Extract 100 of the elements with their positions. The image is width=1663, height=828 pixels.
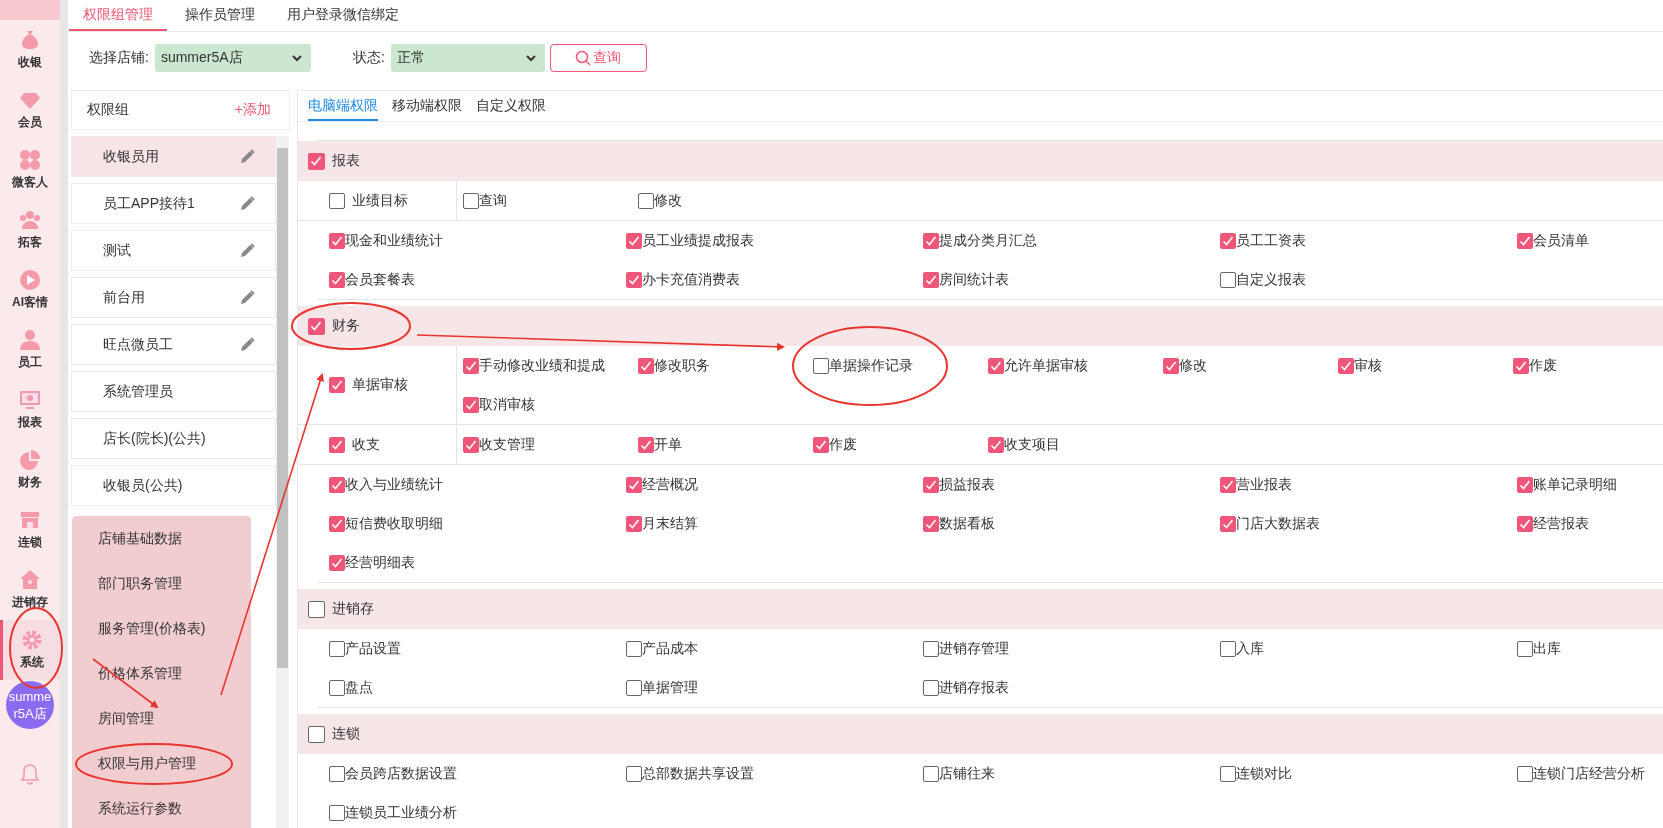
sidebar-item[interactable]: 微客人: [0, 140, 60, 200]
checkbox[interactable]: [923, 232, 939, 249]
checkbox[interactable]: [329, 192, 345, 209]
checkbox[interactable]: [626, 232, 642, 249]
permission-group-item[interactable]: 前台用: [71, 277, 276, 318]
menu-item[interactable]: 房间管理: [72, 696, 251, 741]
permission-group-item[interactable]: 店长(院长)(公共): [71, 418, 276, 459]
checkbox[interactable]: [626, 765, 642, 782]
checkbox[interactable]: [329, 515, 345, 532]
checkbox[interactable]: [463, 192, 479, 209]
menu-item[interactable]: 系统运行参数: [72, 786, 251, 828]
checkbox[interactable]: [308, 317, 325, 335]
permission-label: 手动修改业绩和提成: [479, 356, 605, 375]
checkbox[interactable]: [923, 765, 939, 782]
permission-group-item[interactable]: 收银员(公共): [71, 465, 276, 506]
checkbox[interactable]: [329, 640, 345, 657]
permission-label: 产品成本: [642, 639, 698, 658]
tab[interactable]: 自定义权限: [476, 91, 546, 121]
checkbox[interactable]: [988, 357, 1004, 374]
checkbox[interactable]: [308, 600, 325, 618]
checkbox[interactable]: [329, 377, 345, 393]
checkbox[interactable]: [1220, 271, 1236, 288]
checkbox[interactable]: [626, 640, 642, 657]
checkbox[interactable]: [638, 357, 654, 374]
checkbox[interactable]: [626, 679, 642, 696]
permission-group-item[interactable]: 收银员用: [71, 136, 276, 177]
scrollbar[interactable]: [276, 136, 289, 828]
checkbox[interactable]: [626, 476, 642, 493]
checkbox[interactable]: [638, 436, 654, 453]
checkbox[interactable]: [329, 679, 345, 696]
permission-label: 房间统计表: [939, 270, 1009, 289]
permission-group-item[interactable]: 测试: [71, 230, 276, 271]
checkbox[interactable]: [923, 679, 939, 696]
checkbox[interactable]: [463, 396, 479, 413]
checkbox[interactable]: [308, 152, 325, 170]
scroll-thumb[interactable]: [277, 148, 288, 668]
checkbox[interactable]: [329, 804, 345, 821]
tab[interactable]: 移动端权限: [392, 91, 462, 121]
checkbox[interactable]: [1220, 640, 1236, 657]
sidebar-item[interactable]: 财务: [0, 440, 60, 500]
checkbox[interactable]: [1220, 515, 1236, 532]
checkbox[interactable]: [329, 476, 345, 493]
sidebar-item[interactable]: 报表: [0, 380, 60, 440]
checkbox[interactable]: [1517, 515, 1533, 532]
permission-label: 账单记录明细: [1533, 475, 1617, 494]
menu-item[interactable]: 权限与用户管理: [72, 741, 251, 786]
status-select[interactable]: 正常: [390, 44, 545, 72]
checkbox[interactable]: [329, 554, 345, 571]
sidebar-item[interactable]: 收银: [0, 20, 60, 80]
permission-label: 出库: [1533, 639, 1561, 658]
checkbox[interactable]: [1517, 640, 1533, 657]
four-petal-icon: [19, 149, 41, 171]
checkbox[interactable]: [1513, 357, 1529, 374]
permission-group-item[interactable]: 系统管理员: [71, 371, 276, 412]
checkbox[interactable]: [638, 192, 654, 209]
tab[interactable]: 电脑端权限: [308, 91, 378, 121]
menu-item[interactable]: 店铺基础数据: [72, 516, 251, 561]
menu-item[interactable]: 服务管理(价格表): [72, 606, 251, 651]
sidebar-item[interactable]: 会员: [0, 80, 60, 140]
permission-group-item[interactable]: 员工APP接待1: [71, 183, 276, 224]
sidebar-item[interactable]: 连锁: [0, 500, 60, 560]
tab[interactable]: 操作员管理: [171, 0, 269, 31]
sidebar-item[interactable]: AI客情: [0, 260, 60, 320]
checkbox[interactable]: [1220, 765, 1236, 782]
checkbox[interactable]: [329, 765, 345, 782]
checkbox[interactable]: [1338, 357, 1354, 374]
checkbox[interactable]: [1517, 476, 1533, 493]
permission-label: 月末结算: [642, 514, 698, 533]
section-title: 连锁: [332, 725, 360, 743]
permission-label: 入库: [1236, 639, 1264, 658]
sidebar-item[interactable]: 拓客: [0, 200, 60, 260]
tab[interactable]: 用户登录微信绑定: [273, 0, 413, 31]
checkbox[interactable]: [1163, 357, 1179, 374]
checkbox[interactable]: [308, 725, 325, 743]
checkbox[interactable]: [813, 436, 829, 453]
checkbox[interactable]: [463, 436, 479, 453]
checkbox[interactable]: [1517, 232, 1533, 249]
sidebar-item[interactable]: 系统: [0, 620, 60, 680]
checkbox[interactable]: [329, 436, 345, 453]
sidebar-item[interactable]: 进销存: [0, 560, 60, 620]
checkbox[interactable]: [1220, 232, 1236, 249]
permission-group-item[interactable]: 旺点微员工: [71, 324, 276, 365]
checkbox[interactable]: [923, 476, 939, 493]
checkbox[interactable]: [923, 271, 939, 288]
checkbox[interactable]: [329, 232, 345, 249]
menu-item[interactable]: 部门职务管理: [72, 561, 251, 606]
sidebar-item[interactable]: 员工: [0, 320, 60, 380]
checkbox[interactable]: [1517, 765, 1533, 782]
checkbox[interactable]: [463, 357, 479, 374]
checkbox[interactable]: [626, 271, 642, 288]
checkbox[interactable]: [923, 640, 939, 657]
permission-label: 短信费收取明细: [345, 514, 443, 533]
checkbox[interactable]: [988, 436, 1004, 453]
checkbox[interactable]: [923, 515, 939, 532]
checkbox[interactable]: [626, 515, 642, 532]
checkbox[interactable]: [1220, 476, 1236, 493]
checkbox[interactable]: [813, 357, 829, 374]
store-select[interactable]: summer5A店: [154, 44, 311, 72]
checkbox[interactable]: [329, 271, 345, 288]
store-avatar[interactable]: summer5A店: [6, 681, 54, 729]
